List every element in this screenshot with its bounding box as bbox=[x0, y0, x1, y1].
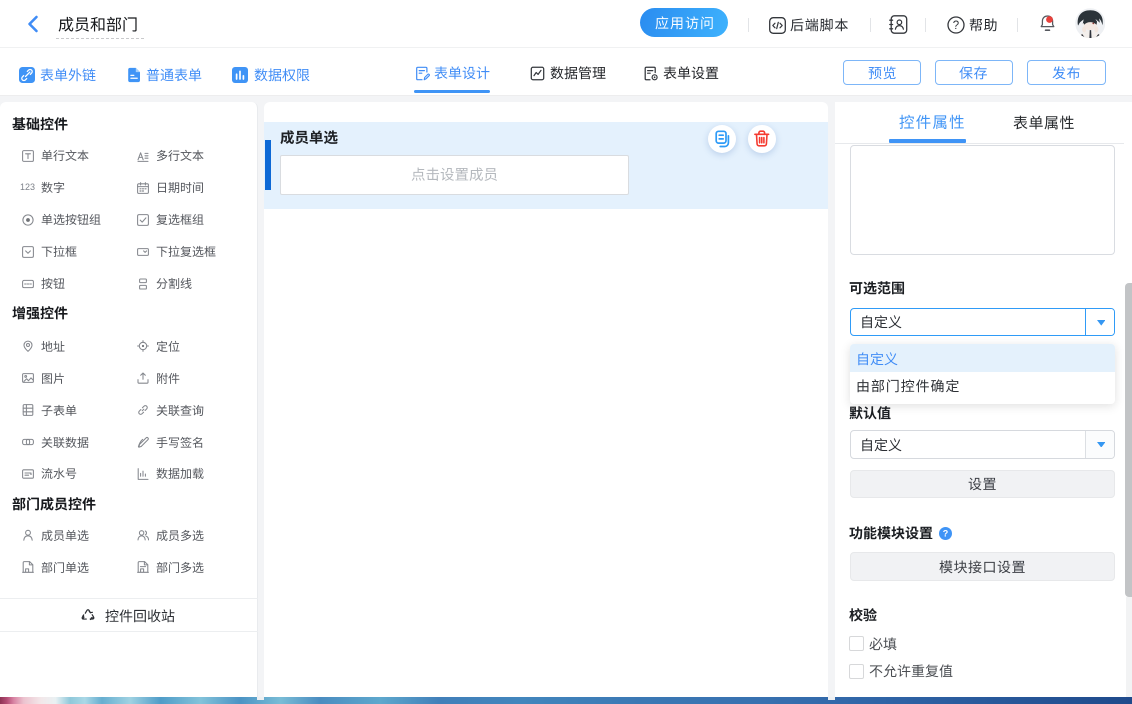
svg-text:?: ? bbox=[952, 20, 958, 32]
svg-text:?: ? bbox=[943, 528, 949, 538]
